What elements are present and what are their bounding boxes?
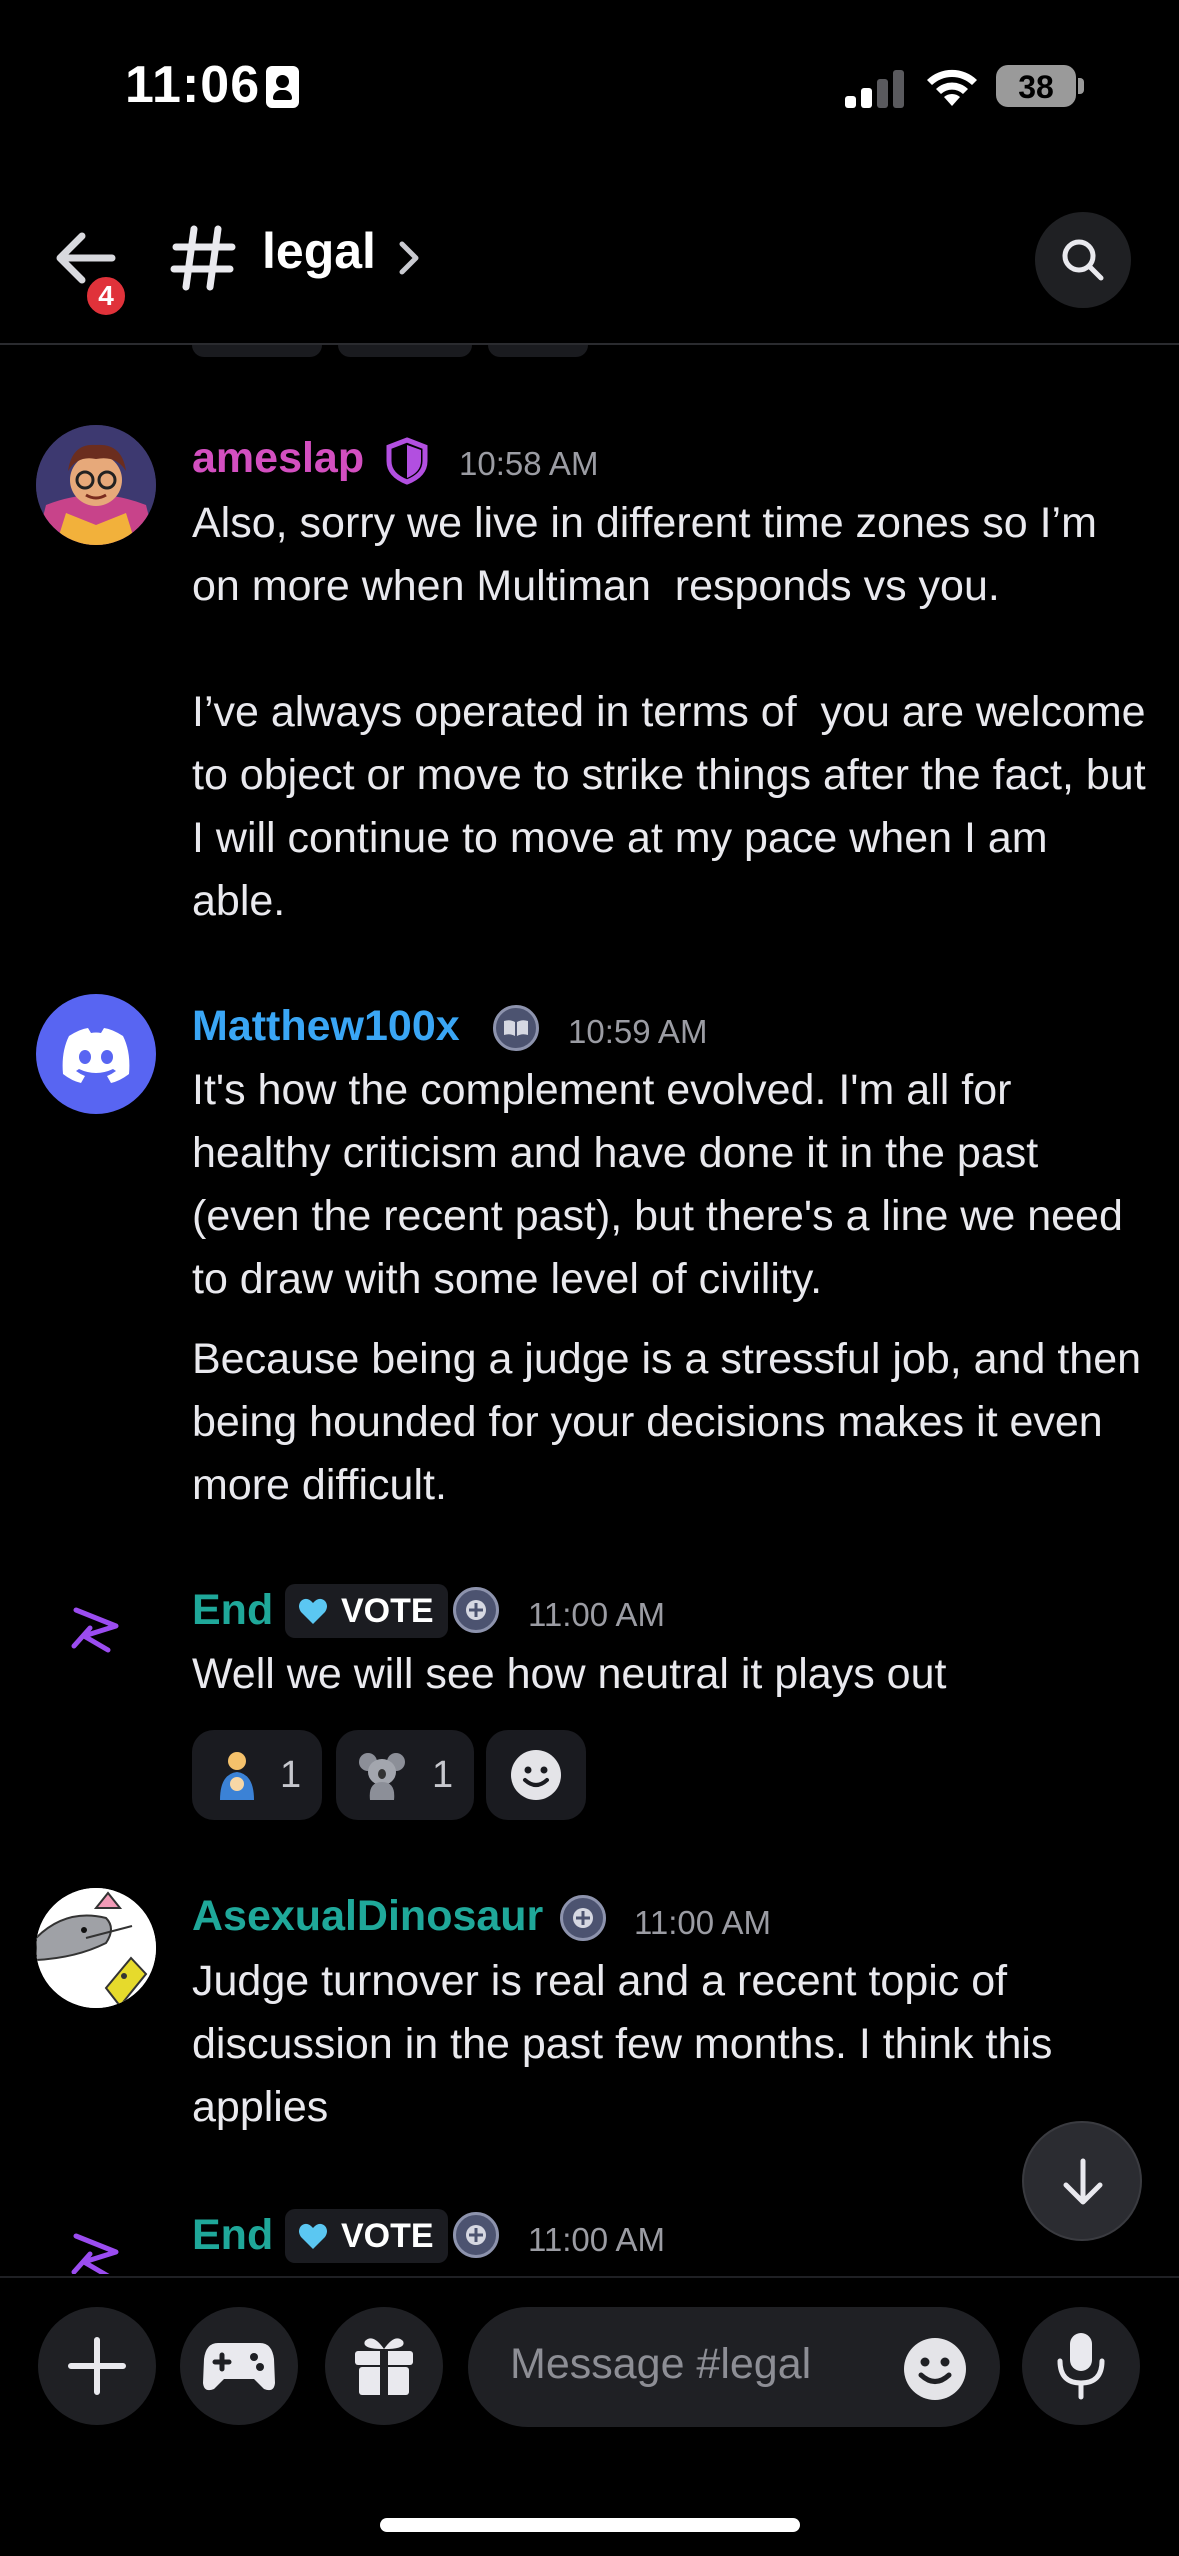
message-text[interactable]: Well we will see how neutral it plays ou… [192, 1643, 1152, 1706]
chevron-right-icon[interactable] [394, 238, 424, 278]
clipped-reaction[interactable] [338, 345, 472, 357]
vote-tag: VOTE [285, 2209, 448, 2263]
clipped-reaction[interactable] [488, 345, 588, 357]
id-card-icon [266, 66, 299, 108]
message-input-placeholder[interactable]: Message #legal [510, 2340, 811, 2389]
search-icon [1062, 239, 1104, 281]
tag-label: VOTE [341, 2217, 434, 2255]
vote-tag: VOTE [285, 1584, 448, 1638]
heart-icon [299, 1598, 327, 1624]
search-button[interactable] [1035, 212, 1131, 308]
plus-badge-icon [453, 2212, 499, 2258]
header-divider [0, 343, 1179, 345]
gamepad-icon [203, 2343, 275, 2391]
smiley-icon [511, 1750, 561, 1800]
arrow-down-icon [1063, 2158, 1103, 2205]
emoji-button[interactable] [902, 2336, 968, 2402]
composer-divider [0, 2276, 1179, 2278]
dinosaur-avatar-icon [36, 1888, 156, 2008]
message-text[interactable]: Judge turnover is real and a recent topi… [192, 1950, 1152, 2139]
microphone-icon [1057, 2333, 1105, 2400]
message-author[interactable]: AsexualDinosaur [192, 1892, 543, 1941]
book-icon [493, 1005, 539, 1051]
message-text[interactable]: Because being a judge is a stressful job… [192, 1328, 1152, 1517]
plus-badge-icon [560, 1895, 606, 1941]
reaction-chip[interactable]: 1 [336, 1730, 474, 1820]
message-author[interactable]: Matthew100x [192, 1002, 460, 1051]
reaction-chip[interactable]: 1 [192, 1730, 322, 1820]
tag-label: VOTE [341, 1592, 434, 1630]
message-author[interactable]: End [192, 2211, 273, 2260]
gift-icon [355, 2338, 413, 2395]
signal-icon [845, 68, 907, 108]
person-holding-baby-icon [220, 1752, 254, 1800]
message-text[interactable]: It's how the complement evolved. I'm all… [192, 1059, 1152, 1311]
home-indicator [380, 2518, 800, 2532]
plus-icon [68, 2337, 126, 2395]
clipped-reaction[interactable] [192, 345, 322, 357]
message-timestamp: 10:59 AM [568, 1013, 708, 1050]
attach-button[interactable] [38, 2307, 156, 2425]
discord-logo-icon [62, 1028, 130, 1083]
wifi-icon [927, 69, 977, 106]
gift-button[interactable] [325, 2307, 443, 2425]
avatar[interactable] [36, 1888, 156, 2008]
activities-button[interactable] [180, 2307, 298, 2425]
channel-title[interactable]: legal [262, 222, 376, 280]
plus-badge-icon [453, 1587, 499, 1633]
avatar[interactable] [66, 2224, 126, 2274]
voice-button[interactable] [1022, 2307, 1140, 2425]
message-timestamp: 11:00 AM [528, 2221, 665, 2258]
hash-icon [170, 225, 236, 291]
unread-badge: 4 [82, 272, 130, 320]
shield-icon [386, 437, 428, 485]
avatar[interactable] [66, 1598, 126, 1662]
add-reaction-button[interactable] [486, 1730, 586, 1820]
heart-icon [299, 2223, 327, 2249]
avatar[interactable] [36, 994, 156, 1114]
message-timestamp: 11:00 AM [634, 1904, 771, 1941]
message-timestamp: 11:00 AM [528, 1596, 665, 1633]
message-text[interactable]: Also, sorry we live in different time zo… [192, 492, 1152, 933]
battery-level: 38 [1018, 69, 1054, 105]
battery-indicator: 38 [996, 65, 1076, 107]
message-author[interactable]: ameslap [192, 434, 364, 483]
status-time: 11:06 [125, 56, 261, 114]
scroll-to-bottom-button[interactable] [1022, 2121, 1142, 2241]
avatar-cartoon-icon [36, 425, 156, 545]
message-timestamp: 10:58 AM [459, 445, 599, 482]
koala-icon [359, 1753, 405, 1800]
reaction-count: 1 [280, 1754, 302, 1796]
reaction-count: 1 [432, 1754, 454, 1796]
battery-nub [1078, 78, 1084, 94]
avatar[interactable] [36, 425, 156, 545]
message-author[interactable]: End [192, 1586, 273, 1635]
